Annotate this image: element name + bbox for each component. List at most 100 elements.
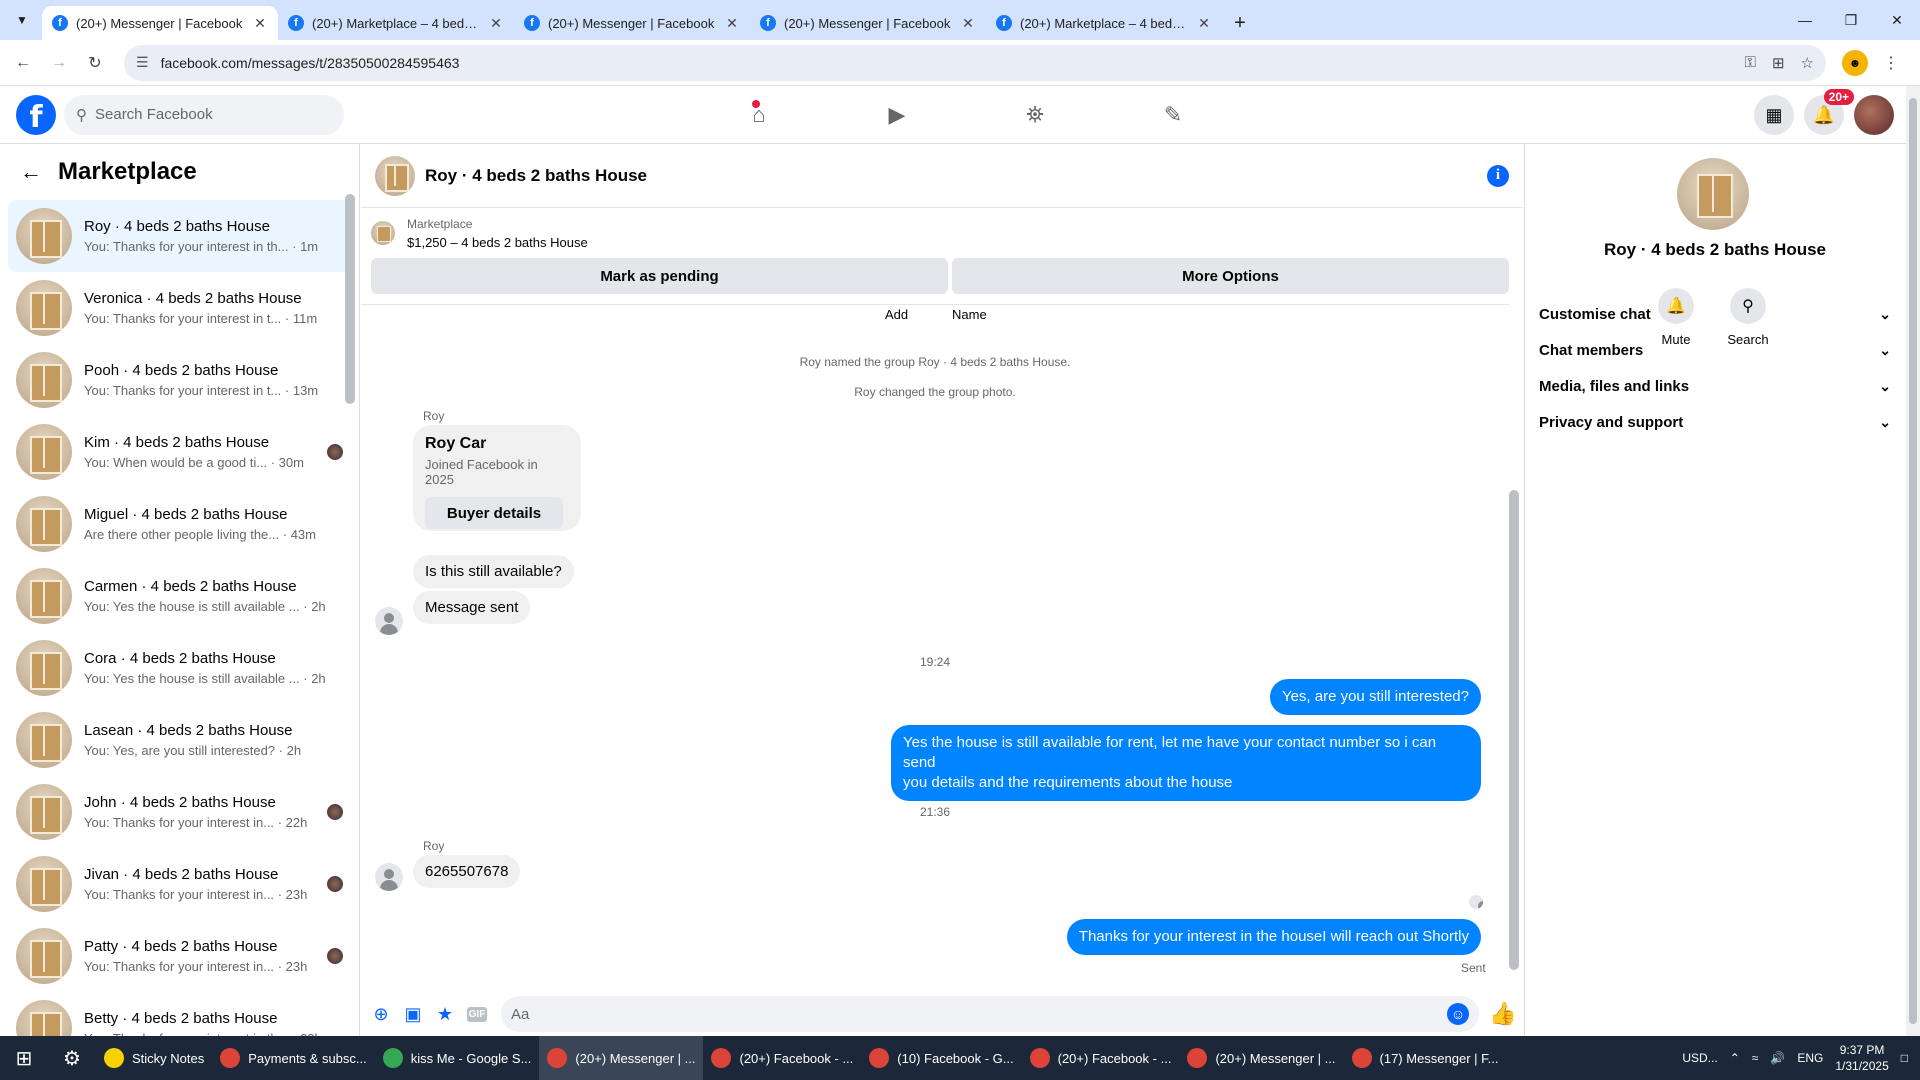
reload-icon[interactable]: ↻ xyxy=(80,48,110,78)
conversation-item[interactable]: Patty · 4 beds 2 baths House You: Thanks … xyxy=(8,920,351,992)
tab-list: f (20+) Messenger | Facebook ✕ f (20+) Marke… xyxy=(42,6,1222,40)
conversation-item[interactable]: Kim · 4 beds 2 baths House You: When woul… xyxy=(8,416,351,488)
conversation-item[interactable]: Betty · 4 beds 2 baths HouseYou: Thanks … xyxy=(8,992,351,1036)
back-arrow-icon[interactable]: ← xyxy=(20,159,42,185)
password-key-icon[interactable]: ⚿ xyxy=(1745,54,1756,72)
chat-avatar[interactable] xyxy=(375,155,415,196)
menu-grid-icon[interactable]: ▦ xyxy=(1754,95,1794,135)
new-tab-button[interactable]: + xyxy=(1226,9,1254,37)
windows-start-icon[interactable]: ⊞ xyxy=(0,1036,48,1080)
close-tab-icon[interactable]: ✕ xyxy=(488,15,504,32)
tab-search-button[interactable]: ▼ xyxy=(8,6,36,34)
gaming-icon[interactable]: ✎ xyxy=(1104,86,1242,144)
wifi-icon[interactable]: ≈ xyxy=(1752,1051,1759,1065)
minimize-icon[interactable]: — xyxy=(1782,0,1828,40)
chevron-down-icon: ⌄ xyxy=(1879,305,1891,322)
taskbar-app[interactable]: (10) Facebook - G... xyxy=(861,1036,1021,1080)
buyer-details-button[interactable]: Buyer details xyxy=(425,497,563,529)
sender-avatar[interactable] xyxy=(375,863,403,891)
home-icon[interactable]: ⌂ xyxy=(690,86,828,144)
taskbar-app[interactable]: (20+) Messenger | ... xyxy=(539,1036,704,1080)
taskbar-app[interactable]: (20+) Facebook - ... xyxy=(703,1036,861,1080)
details-section[interactable]: Privacy and support ⌄ xyxy=(1539,400,1891,444)
account-avatar[interactable] xyxy=(1854,95,1894,135)
facebook-search-input[interactable]: ⚲ Search Facebook xyxy=(64,94,344,135)
outgoing-message[interactable]: Thanks for your interest in the houseI w… xyxy=(1066,919,1481,955)
gif-icon[interactable]: GIF xyxy=(461,998,493,1030)
photo-icon[interactable]: ▣ xyxy=(397,998,429,1030)
chrome-menu-icon[interactable]: ⋮ xyxy=(1876,48,1906,78)
taskbar-app[interactable]: (20+) Facebook - ... xyxy=(1022,1036,1180,1080)
taskbar-app[interactable]: (20+) Messenger | ... xyxy=(1179,1036,1343,1080)
taskbar-app[interactable]: Payments & subsc... xyxy=(212,1036,375,1080)
language-indicator[interactable]: ENG xyxy=(1797,1051,1823,1065)
close-tab-icon[interactable]: ✕ xyxy=(252,15,268,32)
mark-as-pending-button[interactable]: Mark as pending xyxy=(371,258,948,294)
conversation-item[interactable]: Cora · 4 beds 2 baths House You: Yes the … xyxy=(8,632,351,704)
notification-center-icon[interactable]: □ xyxy=(1901,1051,1908,1065)
thumbs-up-icon[interactable]: 👍 xyxy=(1487,998,1519,1030)
more-options-button[interactable]: More Options xyxy=(952,258,1509,294)
taskbar-app-label: (20+) Facebook - ... xyxy=(1057,1050,1172,1066)
conversation-item[interactable]: Veronica · 4 beds 2 baths House You: Than… xyxy=(8,272,351,344)
incoming-message[interactable]: 6265507678 xyxy=(413,855,521,888)
outgoing-message[interactable]: Yes, are you still interested? xyxy=(1269,679,1481,715)
conversation-avatar xyxy=(16,712,72,768)
page-scrollbar[interactable] xyxy=(1906,86,1920,1036)
browser-tab[interactable]: f (20+) Messenger | Facebook ✕ xyxy=(750,6,986,40)
notifications-bell-icon[interactable]: 🔔 20+ xyxy=(1804,89,1854,135)
browser-tab[interactable]: f (20+) Messenger | Facebook ✕ xyxy=(42,6,278,40)
bookmark-star-icon[interactable]: ☆ xyxy=(1801,54,1814,72)
conversation-item[interactable]: Lasean · 4 beds 2 baths House You: Yes, a… xyxy=(8,704,351,776)
close-window-icon[interactable]: ✕ xyxy=(1874,0,1920,40)
details-avatar[interactable] xyxy=(1677,158,1749,230)
browser-tab[interactable]: f (20+) Marketplace – 4 beds 2 b ✕ xyxy=(278,6,514,40)
settings-gear-icon[interactable]: ⚙ xyxy=(48,1036,96,1080)
sticker-icon[interactable]: ★ xyxy=(429,998,461,1030)
incoming-message[interactable]: Is this still available? xyxy=(413,555,574,588)
conversation-item[interactable]: Jivan · 4 beds 2 baths House You: Thanks … xyxy=(8,848,351,920)
taskbar-app[interactable]: (17) Messenger | F... xyxy=(1344,1036,1507,1080)
conversation-item[interactable]: John · 4 beds 2 baths House You: Thanks f… xyxy=(8,776,351,848)
marketplace-icon[interactable]: ⛯ xyxy=(966,86,1104,144)
install-app-icon[interactable]: ⊞ xyxy=(1772,54,1785,72)
chat-title[interactable]: Roy · 4 beds 2 baths House xyxy=(425,166,647,186)
currency-widget[interactable]: USD... xyxy=(1682,1051,1717,1065)
plus-icon[interactable]: ⊕ xyxy=(365,998,397,1030)
message-thread[interactable]: Add Name Roy named the group Roy · 4 bed… xyxy=(361,304,1509,980)
facebook-logo-icon[interactable]: f xyxy=(16,94,56,135)
close-tab-icon[interactable]: ✕ xyxy=(724,15,740,32)
conversation-item[interactable]: Pooh · 4 beds 2 baths House You: Thanks f… xyxy=(8,344,351,416)
back-arrow-icon[interactable]: ← xyxy=(8,48,38,78)
forward-arrow-icon[interactable]: → xyxy=(44,48,74,78)
chat-scrollbar[interactable] xyxy=(1509,310,1519,974)
conversation-item[interactable]: Carmen · 4 beds 2 baths House You: Yes th… xyxy=(8,560,351,632)
browser-tab[interactable]: f (20+) Messenger | Facebook ✕ xyxy=(514,6,750,40)
listing-summary[interactable]: Marketplace $1,250 – 4 beds 2 baths Hous… xyxy=(361,208,1523,258)
emoji-icon[interactable]: ☺ xyxy=(1447,1003,1469,1025)
taskbar-app-label: kiss Me - Google S... xyxy=(410,1050,532,1066)
close-tab-icon[interactable]: ✕ xyxy=(960,15,976,32)
incoming-message[interactable]: Message sent xyxy=(413,591,531,624)
sender-avatar[interactable] xyxy=(375,607,403,635)
restore-icon[interactable]: ❐ xyxy=(1828,0,1874,40)
video-icon[interactable]: ▶ xyxy=(828,86,966,144)
close-tab-icon[interactable]: ✕ xyxy=(1196,15,1212,32)
address-bar[interactable]: ☰ facebook.com/messages/t/28350500284595… xyxy=(124,44,1826,81)
conversation-item[interactable]: Roy · 4 beds 2 baths House You: Thanks fo… xyxy=(8,200,351,272)
extension-icon[interactable]: ☻ xyxy=(1842,49,1868,76)
taskbar-app[interactable]: Sticky Notes xyxy=(96,1036,212,1080)
clock[interactable]: 9:37 PM 1/31/2025 xyxy=(1835,1042,1888,1074)
info-icon[interactable]: i xyxy=(1487,164,1509,187)
conversation-item[interactable]: Miguel · 4 beds 2 baths House Are there o… xyxy=(8,488,351,560)
message-input[interactable]: Aa ☺ xyxy=(501,996,1479,1032)
conversation-name: Kim · 4 beds 2 baths House xyxy=(84,434,270,451)
sidebar-scrollbar[interactable] xyxy=(345,194,355,404)
outgoing-message[interactable]: Yes the house is still available for ren… xyxy=(891,725,1481,801)
browser-tab[interactable]: f (20+) Marketplace – 4 beds 2 b ✕ xyxy=(986,6,1222,40)
volume-icon[interactable]: 🔊 xyxy=(1770,1051,1785,1065)
tray-chevron-icon[interactable]: ⌃ xyxy=(1730,1051,1740,1065)
site-info-icon[interactable]: ☰ xyxy=(136,54,149,71)
taskbar-app[interactable]: kiss Me - Google S... xyxy=(375,1036,540,1080)
system-tray: USD... ⌃ ≈ 🔊 ENG 9:37 PM 1/31/2025 □ xyxy=(1682,1042,1920,1074)
